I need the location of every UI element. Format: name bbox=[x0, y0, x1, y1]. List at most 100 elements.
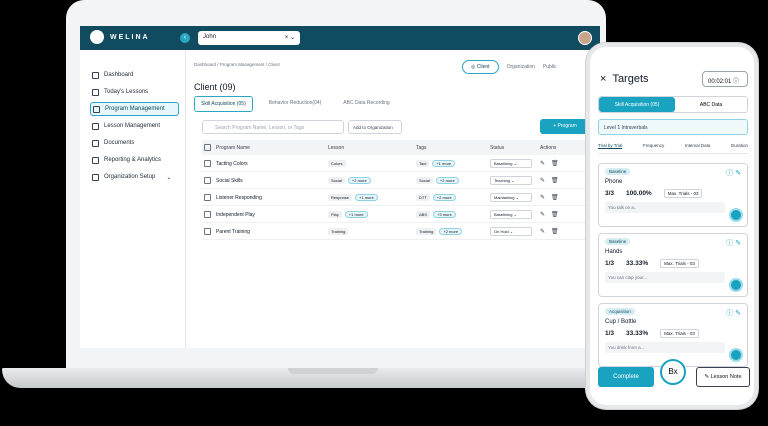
close-icon[interactable]: × bbox=[600, 73, 606, 85]
search-placeholder: Search Program Name, Lesson, or Tags bbox=[215, 125, 305, 131]
tag-chip: Training bbox=[416, 227, 437, 235]
tab-client[interactable]: ◎ Client bbox=[462, 60, 499, 74]
level-select[interactable]: Level 1 Intraverbals bbox=[598, 119, 748, 135]
more-badge[interactable]: +2 more bbox=[439, 227, 463, 235]
edit-icon[interactable]: ✎ bbox=[735, 240, 741, 247]
more-badge[interactable]: +1 more bbox=[344, 210, 368, 218]
marketing-stage: WELINA ‹ John × ⌄ Dashboard Today's Less… bbox=[0, 0, 768, 426]
add-to-organization-button[interactable]: Add to Organization bbox=[348, 120, 402, 134]
trial-percent: 100.00% bbox=[626, 190, 652, 197]
edit-icon[interactable]: ✎ bbox=[735, 310, 741, 317]
sidebar-item-reporting[interactable]: Reporting & Analytics bbox=[90, 153, 179, 167]
tab-frequency[interactable]: Frequency bbox=[643, 143, 664, 149]
record-trial-button[interactable] bbox=[729, 208, 743, 222]
program-name: Social Skills bbox=[216, 177, 243, 184]
phase-badge: Acquisition bbox=[605, 308, 635, 315]
client-select[interactable]: John × ⌄ bbox=[198, 31, 300, 45]
client-select-value: John bbox=[203, 34, 217, 40]
more-badge[interactable]: +3 more bbox=[433, 210, 456, 218]
delete-icon[interactable]: 🗑 bbox=[551, 229, 559, 235]
chevron-down-icon: ⌄ bbox=[289, 35, 295, 41]
more-badge[interactable]: +1 more bbox=[432, 159, 456, 167]
edit-icon[interactable]: ✎ bbox=[735, 170, 741, 177]
info-icon[interactable]: ⓘ bbox=[726, 170, 733, 177]
target-note: You talk on a.. bbox=[605, 202, 725, 213]
tab-skill-acquisition-mobile[interactable]: Skill Acquisition (05) bbox=[599, 97, 675, 112]
row-checkbox[interactable] bbox=[204, 159, 211, 167]
table-row[interactable]: Tacting Colors Colors Tact +1 more Baselinin… bbox=[202, 155, 594, 172]
edit-icon[interactable]: ✎ bbox=[540, 195, 545, 201]
tab-abc-data[interactable]: ABC Data Recording bbox=[337, 96, 395, 112]
clear-icon[interactable]: × bbox=[285, 35, 289, 41]
edit-icon[interactable]: ✎ bbox=[540, 178, 545, 184]
tab-public[interactable]: Public bbox=[543, 64, 557, 70]
clipboard-icon bbox=[93, 105, 100, 113]
chevron-down-icon: ⌄ bbox=[166, 174, 172, 181]
target-note: You can clap your... bbox=[605, 272, 725, 283]
delete-icon[interactable]: 🗑 bbox=[551, 195, 559, 201]
sidebar-item-program-management[interactable]: Program Management bbox=[90, 102, 179, 116]
complete-button[interactable]: Complete bbox=[598, 367, 654, 387]
tab-abc-data-mobile[interactable]: ABC Data bbox=[675, 97, 747, 112]
row-checkbox[interactable] bbox=[204, 193, 211, 201]
more-badge[interactable]: +2 more bbox=[347, 176, 371, 184]
tab-trial-by-trial[interactable]: Trial by Trial bbox=[598, 143, 623, 149]
target-card[interactable]: Baseline ⓘ ✎ Hands 1/3 33.33% Max. Trials - 0… bbox=[598, 233, 748, 297]
status-select[interactable]: Baselining ⌄ bbox=[490, 158, 532, 168]
top-bar: WELINA ‹ John × ⌄ bbox=[80, 26, 600, 50]
delete-icon[interactable]: 🗑 bbox=[551, 178, 559, 184]
row-checkbox[interactable] bbox=[204, 210, 211, 218]
programs-table: Program Name Lesson Tags Status Actions … bbox=[202, 140, 594, 240]
tab-organization[interactable]: Organization bbox=[507, 64, 535, 70]
record-trial-button[interactable] bbox=[729, 278, 743, 292]
behavior-button[interactable]: Bx bbox=[660, 359, 686, 385]
add-program-button[interactable]: + Program bbox=[540, 119, 590, 134]
app-logo[interactable]: WELINA bbox=[90, 30, 150, 44]
lesson-note-button[interactable]: ✎ Lesson Note bbox=[696, 367, 750, 387]
sidebar-item-todays-lessons[interactable]: Today's Lessons bbox=[90, 85, 179, 99]
status-select[interactable]: Maintaining ⌄ bbox=[490, 192, 532, 202]
sidebar-item-documents[interactable]: Documents bbox=[90, 136, 179, 150]
max-trials: Max. Trials - 03 bbox=[660, 329, 699, 338]
info-icon[interactable]: ⓘ bbox=[726, 310, 733, 317]
status-select[interactable]: On Hold ⌄ bbox=[490, 226, 532, 236]
target-card[interactable]: Baseline ⓘ ✎ Phone 3/3 100.00% Max. Trials - … bbox=[598, 163, 748, 227]
tag-chip: Tact bbox=[416, 159, 430, 167]
delete-icon[interactable]: 🗑 bbox=[551, 161, 559, 167]
more-badge[interactable]: +1 more bbox=[355, 193, 378, 201]
info-icon[interactable]: ⓘ bbox=[726, 240, 733, 247]
tab-duration[interactable]: Duration bbox=[731, 143, 748, 149]
table-row[interactable]: Independent Play Play +1 more ABS +3 more Bas… bbox=[202, 206, 594, 223]
user-avatar[interactable] bbox=[578, 31, 592, 45]
book-icon bbox=[92, 122, 99, 130]
select-all-checkbox[interactable] bbox=[204, 144, 211, 151]
sidebar-item-lesson-management[interactable]: Lesson Management bbox=[90, 119, 179, 133]
search-input[interactable]: Search Program Name, Lesson, or Tags bbox=[202, 120, 344, 134]
sidebar-collapse-button[interactable]: ‹ bbox=[180, 33, 190, 43]
tab-skill-acquisition[interactable]: Skill Acquisition (05) bbox=[194, 96, 253, 112]
session-timer[interactable]: 00:02:01 ⓘ bbox=[702, 71, 748, 87]
tab-interval-data[interactable]: Interval Data bbox=[685, 143, 711, 149]
sidebar: Dashboard Today's Lessons Program Manage… bbox=[80, 50, 186, 348]
edit-icon[interactable]: ✎ bbox=[540, 212, 545, 218]
row-checkbox[interactable] bbox=[204, 227, 211, 235]
program-name: Listener Responding bbox=[216, 194, 262, 201]
row-checkbox[interactable] bbox=[204, 176, 211, 184]
record-trial-button[interactable] bbox=[729, 348, 743, 362]
more-badge[interactable]: +2 more bbox=[432, 193, 456, 201]
sidebar-item-organization-setup[interactable]: Organization Setup ⌄ bbox=[90, 170, 179, 184]
delete-icon[interactable]: 🗑 bbox=[551, 212, 559, 218]
target-card[interactable]: Acquisition ⓘ ✎ Cup / Bottle 1/3 33.33% Max. … bbox=[598, 303, 748, 367]
table-row[interactable]: Social Skills Social +2 more Social +2 more T… bbox=[202, 172, 594, 189]
more-badge[interactable]: +2 more bbox=[435, 176, 459, 184]
tab-behavior-reduction[interactable]: Behavior Reduction(04) bbox=[263, 96, 328, 112]
status-select[interactable]: Teaching ⌄ bbox=[490, 175, 532, 185]
tag-chip: DTT bbox=[416, 193, 430, 201]
table-row[interactable]: Listener Responding Response +1 more DTT +2 … bbox=[202, 189, 594, 206]
sidebar-item-dashboard[interactable]: Dashboard bbox=[90, 68, 179, 82]
edit-icon[interactable]: ✎ bbox=[540, 161, 545, 167]
edit-icon[interactable]: ✎ bbox=[540, 229, 545, 235]
chart-icon bbox=[92, 156, 99, 164]
status-select[interactable]: Baselining ⌄ bbox=[490, 209, 532, 219]
table-row[interactable]: Parent Training Training Training +2 more On… bbox=[202, 223, 594, 240]
